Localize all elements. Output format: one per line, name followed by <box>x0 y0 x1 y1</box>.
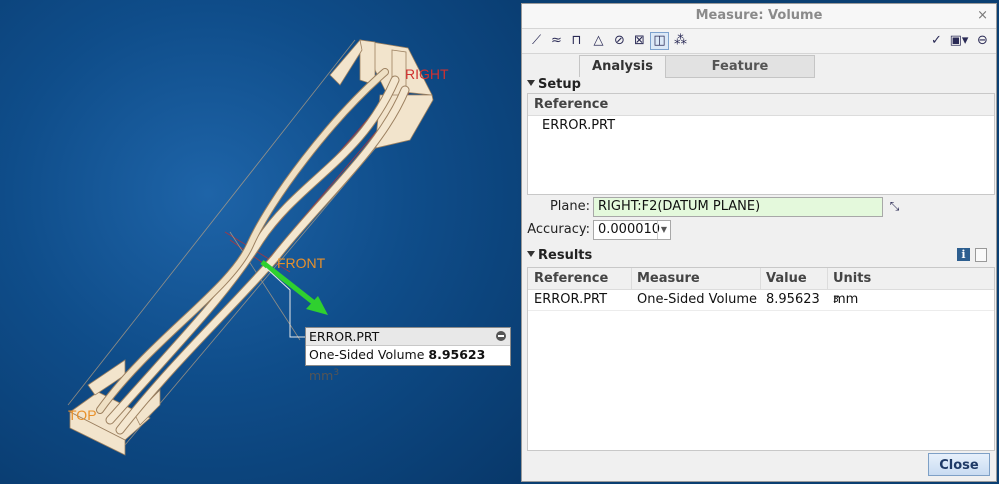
save-icon[interactable]: ▣▾ <box>948 33 970 49</box>
row-units: mm 3 <box>833 292 859 307</box>
row-value: 8.95623 <box>766 292 820 307</box>
collapse-icon[interactable] <box>496 331 506 341</box>
flip-direction-icon[interactable]: ⤡ <box>886 198 903 214</box>
results-table-header: Reference Measure Value Units <box>528 268 994 290</box>
expand-triangle-icon <box>527 80 535 86</box>
plane-label: Plane: <box>549 199 590 214</box>
tab-feature[interactable]: Feature <box>665 55 815 78</box>
results-table: Reference Measure Value Units ERROR.PRT … <box>527 267 995 451</box>
accuracy-field[interactable]: 0.000010 ▼ <box>593 220 671 240</box>
measure-callout[interactable]: ERROR.PRT One-Sided Volume 8.95623 mm3 <box>305 327 511 383</box>
dialog-titlebar[interactable]: Measure: Volume × <box>522 4 996 29</box>
checkmark-icon[interactable]: ✓ <box>928 33 945 49</box>
area-icon[interactable]: △ <box>590 33 607 49</box>
expand-triangle-icon <box>527 251 535 257</box>
row-reference: ERROR.PRT <box>534 292 608 307</box>
diameter-icon[interactable]: ⊘ <box>611 33 628 49</box>
close-button[interactable]: Close <box>928 453 990 476</box>
reference-list-item[interactable]: ERROR.PRT <box>528 116 994 136</box>
setup-reference-list[interactable]: Reference ERROR.PRT <box>527 93 995 195</box>
distance-icon[interactable]: ≈ <box>548 33 565 49</box>
callout-measure-label: One-Sided Volume <box>309 347 425 362</box>
accuracy-label: Accuracy: <box>527 222 590 237</box>
dialog-title: Measure: Volume <box>695 8 823 23</box>
close-icon[interactable]: × <box>977 4 988 28</box>
volume-icon[interactable]: ◫ <box>650 32 669 50</box>
column-header-measure: Measure <box>637 271 700 286</box>
column-header-reference: Reference <box>534 271 609 286</box>
column-header-value: Value <box>766 271 807 286</box>
callout-value: 8.95623 <box>428 347 486 362</box>
dialog-tabs: Analysis Feature <box>579 55 815 78</box>
plane-field[interactable]: RIGHT:F2(DATUM PLANE) <box>593 197 883 217</box>
datum-label-top: TOP <box>68 407 97 423</box>
table-row[interactable]: ERROR.PRT One-Sided Volume 8.95623 mm 3 <box>528 290 994 311</box>
collapse-icon[interactable]: ⊖ <box>974 33 991 49</box>
angle-icon[interactable]: ⊓ <box>568 33 585 49</box>
summary-icon[interactable]: ⁂ <box>672 33 689 49</box>
measure-dialog: Measure: Volume × ⟋ ≈ ⊓ △ ⊘ ⊠ ◫ ⁂ ✓ ▣▾ ⊖… <box>521 3 997 482</box>
tab-analysis[interactable]: Analysis <box>579 55 666 77</box>
datum-label-right: RIGHT <box>405 66 449 82</box>
callout-reference: ERROR.PRT <box>309 329 380 344</box>
setup-section-header[interactable]: Setup <box>527 77 581 92</box>
length-icon[interactable]: ⟋ <box>528 33 545 49</box>
column-header-units: Units <box>833 271 872 286</box>
results-section-header[interactable]: Results <box>527 248 592 263</box>
document-icon[interactable] <box>975 248 987 262</box>
model-viewport[interactable]: RIGHT FRONT TOP ERROR.PRT One-Sided Volu… <box>0 0 520 484</box>
measure-toolbar: ⟋ ≈ ⊓ △ ⊘ ⊠ ◫ ⁂ ✓ ▣▾ ⊖ <box>522 29 996 54</box>
info-icon[interactable]: i <box>957 248 970 261</box>
callout-result: One-Sided Volume 8.95623 mm3 <box>306 346 510 383</box>
callout-unit: mm3 <box>309 368 340 384</box>
row-measure: One-Sided Volume <box>637 292 758 307</box>
chevron-down-icon[interactable]: ▼ <box>657 221 670 239</box>
accuracy-value: 0.000010 <box>598 222 661 237</box>
transform-icon[interactable]: ⊠ <box>631 33 648 49</box>
datum-label-front: FRONT <box>277 255 326 271</box>
reference-column-header: Reference <box>528 94 994 116</box>
